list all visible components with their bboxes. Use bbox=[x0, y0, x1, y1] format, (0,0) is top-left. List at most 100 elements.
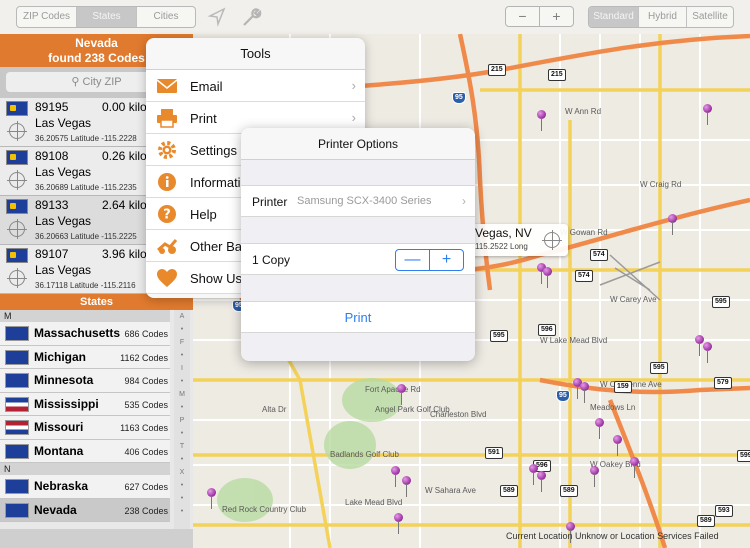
location-arrow-icon[interactable] bbox=[206, 6, 228, 28]
location-pin[interactable] bbox=[529, 464, 538, 485]
street-label: Fort Apache Rd bbox=[365, 385, 421, 394]
top-toolbar: ZIP Codes States Cities − + Standard Hyb… bbox=[0, 0, 750, 34]
index-letter[interactable]: A bbox=[174, 310, 190, 323]
index-letter[interactable]: • bbox=[174, 349, 190, 362]
state-row-selected[interactable]: Nevada 238 Codes bbox=[0, 498, 170, 522]
print-button[interactable]: Print bbox=[241, 310, 475, 325]
location-pin[interactable] bbox=[590, 466, 599, 487]
printer-select-row[interactable]: Printer Samsung SCX-3400 Series › bbox=[241, 185, 475, 217]
route-shield: 593 bbox=[715, 505, 733, 517]
index-letter[interactable]: • bbox=[174, 427, 190, 440]
location-pin[interactable] bbox=[580, 382, 589, 403]
state-row[interactable]: Missouri 1163 Codes bbox=[0, 416, 170, 440]
increment-button[interactable]: + bbox=[430, 250, 463, 270]
crosshair-icon[interactable] bbox=[7, 219, 27, 239]
location-pin[interactable] bbox=[537, 471, 546, 492]
index-letter[interactable]: I bbox=[174, 362, 190, 375]
section-header: M bbox=[0, 310, 170, 322]
state-row[interactable]: Nebraska 627 Codes bbox=[0, 475, 170, 499]
decrement-button[interactable]: — bbox=[396, 250, 430, 270]
location-pin[interactable] bbox=[613, 435, 622, 456]
route-shield: 574 bbox=[575, 270, 593, 282]
index-letter[interactable]: • bbox=[174, 492, 190, 505]
zip-city: Las Vegas bbox=[35, 263, 92, 277]
location-pin[interactable] bbox=[391, 466, 400, 487]
tools-item-email[interactable]: Email › bbox=[146, 70, 365, 102]
zip-coords: 36.20663 Latitude -115.2225 bbox=[35, 232, 137, 241]
location-pin[interactable] bbox=[397, 384, 406, 405]
zip-distance: 3.96 kilo bbox=[102, 247, 147, 261]
index-letter[interactable]: • bbox=[174, 479, 190, 492]
street-label: W Ann Rd bbox=[565, 107, 602, 116]
crosshair-icon[interactable] bbox=[7, 121, 27, 141]
copies-label: 1 Copy bbox=[252, 253, 291, 267]
index-letter[interactable]: M bbox=[174, 388, 190, 401]
route-shield: 574 bbox=[590, 249, 608, 261]
zoom-control[interactable]: − + bbox=[505, 6, 574, 27]
pin-callout[interactable]: Vegas, NV 115.2522 Long bbox=[470, 224, 568, 256]
segment-zip-codes[interactable]: ZIP Codes bbox=[17, 7, 77, 27]
index-letter[interactable]: F bbox=[174, 336, 190, 349]
location-pin[interactable] bbox=[668, 214, 677, 235]
route-shield: 589 bbox=[560, 485, 578, 497]
zip-code: 89195 bbox=[35, 100, 69, 114]
crosshair-icon[interactable] bbox=[7, 268, 27, 288]
zoom-in-button[interactable]: + bbox=[540, 7, 573, 26]
tools-item-label: Other Ba bbox=[190, 239, 243, 254]
chevron-right-icon: › bbox=[351, 78, 356, 93]
location-pin[interactable] bbox=[537, 110, 546, 131]
copies-stepper[interactable]: — + bbox=[395, 249, 464, 271]
location-pin[interactable] bbox=[703, 342, 712, 363]
chevron-right-icon: › bbox=[351, 110, 356, 125]
state-row[interactable]: Massachusetts 686 Codes bbox=[0, 322, 170, 346]
wrench-icon[interactable] bbox=[240, 6, 262, 28]
michigan-flag-icon bbox=[5, 349, 29, 365]
location-pin[interactable] bbox=[595, 418, 604, 439]
route-shield: 589 bbox=[697, 515, 715, 527]
minnesota-flag-icon bbox=[5, 373, 29, 388]
state-row[interactable]: Montana 406 Codes bbox=[0, 439, 170, 463]
state-row[interactable]: Michigan 1162 Codes bbox=[0, 345, 170, 369]
nevada-flag-icon bbox=[6, 150, 28, 165]
location-pin[interactable] bbox=[543, 267, 552, 288]
massachusetts-flag-icon bbox=[5, 326, 29, 341]
state-codes: 535 Codes bbox=[124, 399, 168, 410]
index-letter[interactable]: P bbox=[174, 414, 190, 427]
street-label: Badlands Golf Club bbox=[330, 450, 399, 459]
index-letter[interactable]: • bbox=[174, 453, 190, 466]
index-letter[interactable]: T bbox=[174, 440, 190, 453]
search-mode-control[interactable]: ZIP Codes States Cities bbox=[16, 6, 196, 28]
index-letter[interactable]: • bbox=[174, 375, 190, 388]
segment-cities[interactable]: Cities bbox=[137, 7, 195, 27]
index-letter[interactable]: • bbox=[174, 401, 190, 414]
crosshair-icon[interactable] bbox=[542, 230, 562, 250]
montana-flag-icon bbox=[5, 443, 29, 459]
location-pin[interactable] bbox=[207, 488, 216, 509]
search-icon: ⚲ bbox=[71, 76, 80, 88]
location-pin[interactable] bbox=[566, 522, 575, 543]
location-pin[interactable] bbox=[394, 513, 403, 534]
zoom-out-button[interactable]: − bbox=[506, 7, 540, 26]
location-pin[interactable] bbox=[703, 104, 712, 125]
segment-hybrid[interactable]: Hybrid bbox=[639, 7, 687, 27]
states-list[interactable]: M Massachusetts 686 Codes Michigan 1162 … bbox=[0, 310, 193, 529]
state-row[interactable]: Mississippi 535 Codes bbox=[0, 392, 170, 416]
location-pin[interactable] bbox=[402, 476, 411, 497]
location-pin[interactable] bbox=[630, 457, 639, 478]
print-row[interactable]: Print bbox=[241, 301, 475, 333]
index-letter[interactable]: X bbox=[174, 466, 190, 479]
index-letter[interactable]: • bbox=[174, 505, 190, 518]
state-name: Minnesota bbox=[34, 373, 94, 387]
state-row[interactable]: Minnesota 984 Codes bbox=[0, 369, 170, 393]
nebraska-flag-icon bbox=[5, 479, 29, 494]
location-pin[interactable] bbox=[695, 335, 704, 356]
segment-satellite[interactable]: Satellite bbox=[687, 7, 733, 27]
index-letter[interactable]: • bbox=[174, 323, 190, 336]
state-name: Mississippi bbox=[34, 396, 99, 411]
section-index[interactable]: A • F • I • M • P • T • X • • • bbox=[174, 310, 190, 529]
crosshair-icon[interactable] bbox=[7, 170, 27, 190]
tools-item-label: Informati bbox=[190, 175, 241, 190]
segment-standard[interactable]: Standard bbox=[589, 7, 639, 27]
map-type-control[interactable]: Standard Hybrid Satellite bbox=[588, 6, 734, 28]
segment-states[interactable]: States bbox=[77, 7, 137, 27]
